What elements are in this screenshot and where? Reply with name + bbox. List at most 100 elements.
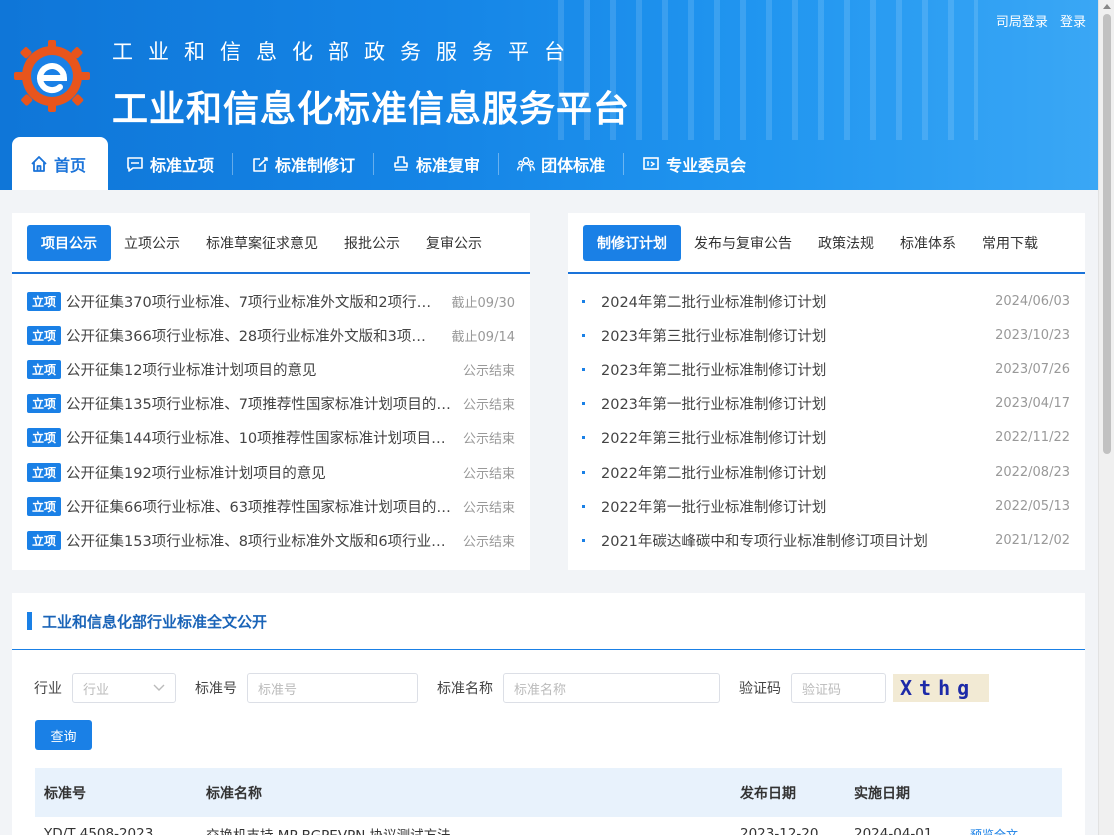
column-header-implement-date: 实施日期 <box>854 785 910 802</box>
list-item[interactable]: 2021年碳达峰碳中和专项行业标准制修订项目计划 2021/12/02 <box>568 523 1085 557</box>
list-item-title[interactable]: 2023年第三批行业标准制修订计划 <box>601 325 983 346</box>
table-header: 标准号 标准名称 发布日期 实施日期 <box>35 768 1062 817</box>
list-item-title[interactable]: 2023年第二批行业标准制修订计划 <box>601 359 983 380</box>
list-item-date: 2022/08/23 <box>995 464 1070 480</box>
tab-project-notice[interactable]: 项目公示 <box>27 224 111 261</box>
list-item[interactable]: 立项 公开征集192项行业标准计划项目的意见 公示结束 <box>12 455 530 489</box>
captcha-label: 验证码 <box>739 681 781 697</box>
revision-plan-panel: 制修订计划 发布与复审公告 政策法规 标准体系 常用下载 2024年第二批行业标… <box>568 213 1085 570</box>
captcha-input[interactable]: 验证码 <box>791 673 886 703</box>
header-subtitle: 工业和信息化部政务服务平台 <box>112 40 580 64</box>
list-item-title[interactable]: 2022年第二批行业标准制修订计划 <box>601 462 983 483</box>
status-badge: 立项 <box>27 359 62 379</box>
list-item-title[interactable]: 2022年第三批行业标准制修订计划 <box>601 427 983 448</box>
list-item[interactable]: 2022年第三批行业标准制修订计划 2022/11/22 <box>568 421 1085 455</box>
scroll-up-arrow-icon[interactable] <box>1103 4 1111 9</box>
tab-approval-notice[interactable]: 立项公示 <box>111 225 193 261</box>
list-item-date: 2023/04/17 <box>995 396 1070 412</box>
list-item-title[interactable]: 公开征集66项行业标准、63项推荐性国家标准计划项目的意见 <box>66 496 451 517</box>
list-item[interactable]: 立项公开征集370项行业标准、7项行业标准外文版和2项行业标准样品计划项目的意见… <box>12 284 530 318</box>
list-item-date: 2021/12/02 <box>995 532 1070 548</box>
nav-item-label: 标准制修订 <box>275 155 356 175</box>
list-item-title[interactable]: 公开征集370项行业标准、7项行业标准外文版和2项行业标准样品计划项目的意见 <box>66 291 440 312</box>
nav-item-label: 标准复审 <box>416 155 481 175</box>
page-scrollbar[interactable] <box>1098 0 1114 835</box>
captcha-placeholder: 验证码 <box>802 682 842 698</box>
status-badge: 立项 <box>27 530 62 550</box>
nav-item-label: 标准立项 <box>150 155 215 175</box>
status-badge: 立项 <box>27 291 62 311</box>
message-icon <box>126 155 144 173</box>
tab-publish-review-announcement[interactable]: 发布与复审公告 <box>681 225 805 261</box>
stamp-icon <box>392 155 410 173</box>
nav-item-project[interactable]: 标准立项 <box>108 137 232 190</box>
tab-review-notice[interactable]: 复审公示 <box>413 225 495 261</box>
list-item[interactable]: 2023年第二批行业标准制修订计划 2023/07/26 <box>568 352 1085 386</box>
cell-publish-date: 2023-12-20 <box>740 826 819 835</box>
plan-list: 2024年第二批行业标准制修订计划 2024/06/03 2023年第三批行业标准… <box>568 274 1085 558</box>
list-item-status: 截止09/14 <box>451 329 515 345</box>
tab-policies[interactable]: 政策法规 <box>805 225 887 261</box>
query-button[interactable]: 查询 <box>35 720 92 750</box>
list-item-title[interactable]: 2021年碳达峰碳中和专项行业标准制修订项目计划 <box>601 530 983 551</box>
preview-fulltext-link[interactable]: 预览全文 <box>970 826 1062 835</box>
site-header: 工业和信息化部政务服务平台 工业和信息化标准信息服务平台 司局登录 登录 首页 … <box>0 0 1098 190</box>
home-icon <box>30 155 48 173</box>
list-item[interactable]: 2023年第三批行业标准制修订计划 2023/10/23 <box>568 318 1085 352</box>
list-item-title[interactable]: 公开征集135项行业标准、7项推荐性国家标准计划项目的意见 <box>66 393 451 414</box>
tab-draft-comments[interactable]: 标准草案征求意见 <box>193 225 331 261</box>
list-item-title[interactable]: 公开征集12项行业标准计划项目的意见 <box>66 359 451 380</box>
main-nav: 首页 标准立项 标准制修订 标准复审 团体标准 专业委员会 <box>0 137 1098 190</box>
cell-implement-date: 2024-04-01 <box>854 826 933 835</box>
nav-item-revision[interactable]: 标准制修订 <box>233 137 373 190</box>
list-item[interactable]: 立项公开征集366项行业标准、28项行业标准外文版和3项行业标准样品计划项目的意… <box>12 318 530 352</box>
nav-item-group-standard[interactable]: 团体标准 <box>499 137 623 190</box>
list-item[interactable]: 2023年第一批行业标准制修订计划 2023/04/17 <box>568 387 1085 421</box>
section-accent-bar <box>27 612 32 630</box>
list-item[interactable]: 立项 公开征集12项行业标准计划项目的意见 公示结束 <box>12 352 530 386</box>
bullet-icon <box>582 367 585 371</box>
list-item-title[interactable]: 公开征集153项行业标准、8项行业标准外文版和6项行业标准样品计划项目的意见 <box>66 530 451 551</box>
bureau-login-link[interactable]: 司局登录 <box>996 15 1048 30</box>
list-item[interactable]: 立项公开征集153项行业标准、8项行业标准外文版和6项行业标准样品计划项目的意见… <box>12 523 530 557</box>
standard-number-input[interactable]: 标准号 <box>247 673 418 703</box>
scrollbar-thumb[interactable] <box>1103 14 1111 454</box>
nav-item-committee[interactable]: 专业委员会 <box>624 137 764 190</box>
standard-name-placeholder: 标准名称 <box>514 682 567 698</box>
list-item[interactable]: 立项 公开征集144项行业标准、10项推荐性国家标准计划项目的意见 公示结束 <box>12 421 530 455</box>
list-item-title[interactable]: 公开征集192项行业标准计划项目的意见 <box>66 462 451 483</box>
tab-submission-notice[interactable]: 报批公示 <box>331 225 413 261</box>
list-item-status: 截止09/30 <box>451 295 515 311</box>
standard-name-label: 标准名称 <box>437 681 493 697</box>
column-header-number: 标准号 <box>44 785 86 802</box>
standard-name-input[interactable]: 标准名称 <box>503 673 720 703</box>
standard-number-placeholder: 标准号 <box>258 682 298 698</box>
project-notice-panel: 项目公示 立项公示 标准草案征求意见 报批公示 复审公示 立项 公开征集370项行… <box>12 213 530 570</box>
list-item[interactable]: 2024年第二批行业标准制修订计划 2024/06/03 <box>568 284 1085 318</box>
tab-downloads[interactable]: 常用下载 <box>969 225 1051 261</box>
chevron-down-icon <box>153 681 165 696</box>
nav-item-home[interactable]: 首页 <box>12 137 109 190</box>
nav-item-review[interactable]: 标准复审 <box>374 137 498 190</box>
tab-standard-system[interactable]: 标准体系 <box>887 225 969 261</box>
list-item-title[interactable]: 公开征集144项行业标准、10项推荐性国家标准计划项目的意见 <box>66 427 451 448</box>
tab-revision-plan[interactable]: 制修订计划 <box>583 224 681 261</box>
list-item[interactable]: 立项 公开征集66项行业标准、63项推荐性国家标准计划项目的意见 公示结束 <box>12 489 530 523</box>
list-item[interactable]: 2022年第二批行业标准制修订计划 2022/08/23 <box>568 455 1085 489</box>
edit-icon <box>251 155 269 173</box>
captcha-image[interactable]: Xthg <box>893 674 989 702</box>
logo-icon <box>12 40 92 112</box>
list-item-title[interactable]: 公开征集366项行业标准、28项行业标准外文版和3项行业标准样品计划项目的意见 <box>66 325 440 346</box>
list-item-title[interactable]: 2022年第一批行业标准制修订计划 <box>601 496 983 517</box>
status-badge: 立项 <box>27 394 62 414</box>
list-item-status: 公示结束 <box>462 534 515 550</box>
standards-fulltext-section: 工业和信息化部行业标准全文公开 行业 行业 标准号 标准号 标准名称 标准名称 … <box>12 593 1085 835</box>
industry-select[interactable]: 行业 <box>72 673 176 703</box>
list-item[interactable]: 立项 公开征集135项行业标准、7项推荐性国家标准计划项目的意见 公示结束 <box>12 387 530 421</box>
committee-icon <box>642 155 660 173</box>
tab-bar: 项目公示 立项公示 标准草案征求意见 报批公示 复审公示 <box>12 213 530 274</box>
list-item[interactable]: 2022年第一批行业标准制修订计划 2022/05/13 <box>568 489 1085 523</box>
list-item-title[interactable]: 2024年第二批行业标准制修订计划 <box>601 291 983 312</box>
login-link[interactable]: 登录 <box>1060 15 1086 30</box>
list-item-title[interactable]: 2023年第一批行业标准制修订计划 <box>601 393 983 414</box>
